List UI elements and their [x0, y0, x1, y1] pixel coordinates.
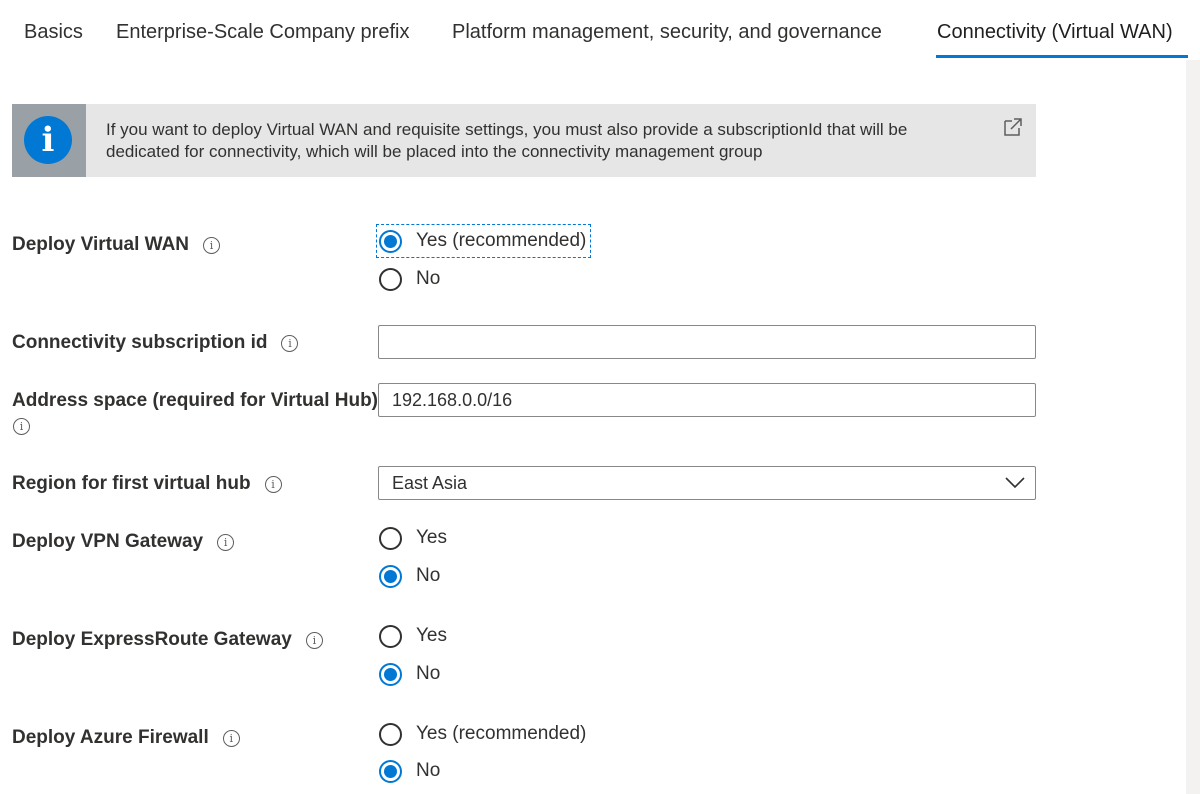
radio-selected-icon	[379, 564, 402, 588]
vpn-gateway-label: Deploy VPN Gateway i	[12, 531, 235, 553]
expressroute-gateway-yes-radio[interactable]: Yes	[379, 622, 447, 650]
radio-label: No	[416, 760, 441, 781]
address-space-label-text: Address space (required for Virtual Hub)	[12, 390, 379, 411]
deploy-vwan-label: Deploy Virtual WAN i	[12, 234, 221, 256]
info-banner-text: If you want to deploy Virtual WAN and re…	[106, 120, 908, 161]
vpn-gateway-label-text: Deploy VPN Gateway	[12, 531, 204, 552]
radio-selected-icon	[379, 662, 402, 686]
conn-sub-label-text: Connectivity subscription id	[12, 332, 268, 353]
info-icon: i	[24, 116, 72, 164]
radio-label: No	[416, 268, 441, 289]
info-tooltip-icon[interactable]: i	[203, 236, 221, 254]
expressroute-gateway-no-radio[interactable]: No	[379, 660, 440, 688]
radio-label: No	[416, 663, 441, 684]
region-label-text: Region for first virtual hub	[12, 473, 251, 494]
region-label: Region for first virtual hub i	[12, 473, 282, 495]
active-tab-indicator	[936, 55, 1188, 58]
info-banner: i If you want to deploy Virtual WAN and …	[12, 104, 1036, 177]
region-dropdown[interactable]: East Asia	[378, 466, 1036, 500]
radio-unselected-icon	[379, 624, 402, 648]
external-link-icon[interactable]	[1002, 116, 1024, 138]
deploy-vwan-yes-radio[interactable]: Yes (recommended)	[375, 224, 592, 258]
radio-unselected-icon	[379, 267, 402, 291]
tab-connectivity[interactable]: Connectivity (Virtual WAN)	[937, 21, 1173, 44]
tab-company-prefix[interactable]: Enterprise-Scale Company prefix	[116, 21, 409, 44]
tab-platform-management[interactable]: Platform management, security, and gover…	[452, 21, 882, 44]
radio-label: Yes (recommended)	[416, 230, 587, 251]
scrollbar[interactable]	[1186, 60, 1200, 794]
radio-label: Yes (recommended)	[416, 723, 587, 744]
connectivity-subscription-id-input[interactable]	[378, 325, 1036, 359]
dropdown-value: East Asia	[392, 473, 468, 493]
deploy-vwan-label-text: Deploy Virtual WAN	[12, 234, 190, 255]
radio-label: Yes	[416, 625, 447, 646]
radio-label: No	[416, 565, 441, 586]
info-tooltip-icon[interactable]: i	[222, 729, 240, 747]
address-space-label: Address space (required for Virtual Hub)…	[12, 390, 379, 436]
vpn-gateway-yes-radio[interactable]: Yes	[379, 524, 447, 552]
chevron-down-icon	[1005, 477, 1025, 489]
info-tooltip-icon[interactable]: i	[264, 475, 282, 493]
info-banner-icon-box: i	[12, 104, 86, 177]
address-space-input[interactable]: 192.168.0.0/16	[378, 383, 1036, 417]
radio-selected-icon	[379, 229, 402, 253]
radio-unselected-icon	[379, 526, 402, 550]
azure-firewall-yes-radio[interactable]: Yes (recommended)	[379, 720, 586, 748]
expressroute-gateway-label: Deploy ExpressRoute Gateway i	[12, 629, 323, 651]
azure-firewall-label: Deploy Azure Firewall i	[12, 727, 240, 749]
info-tooltip-icon[interactable]: i	[305, 631, 323, 649]
info-tooltip-icon[interactable]: i	[281, 334, 299, 352]
radio-selected-icon	[379, 759, 402, 783]
radio-label: Yes	[416, 527, 447, 548]
info-tooltip-icon[interactable]: i	[217, 533, 235, 551]
deploy-vwan-no-radio[interactable]: No	[379, 265, 440, 293]
input-value: 192.168.0.0/16	[392, 390, 513, 410]
vpn-gateway-no-radio[interactable]: No	[379, 562, 440, 590]
radio-unselected-icon	[379, 722, 402, 746]
azure-firewall-label-text: Deploy Azure Firewall	[12, 727, 209, 748]
conn-sub-label: Connectivity subscription id i	[12, 332, 299, 354]
expressroute-gateway-label-text: Deploy ExpressRoute Gateway	[12, 629, 292, 650]
info-tooltip-icon[interactable]: i	[13, 418, 30, 436]
tab-basics[interactable]: Basics	[24, 21, 83, 44]
azure-firewall-no-radio[interactable]: No	[379, 757, 440, 785]
